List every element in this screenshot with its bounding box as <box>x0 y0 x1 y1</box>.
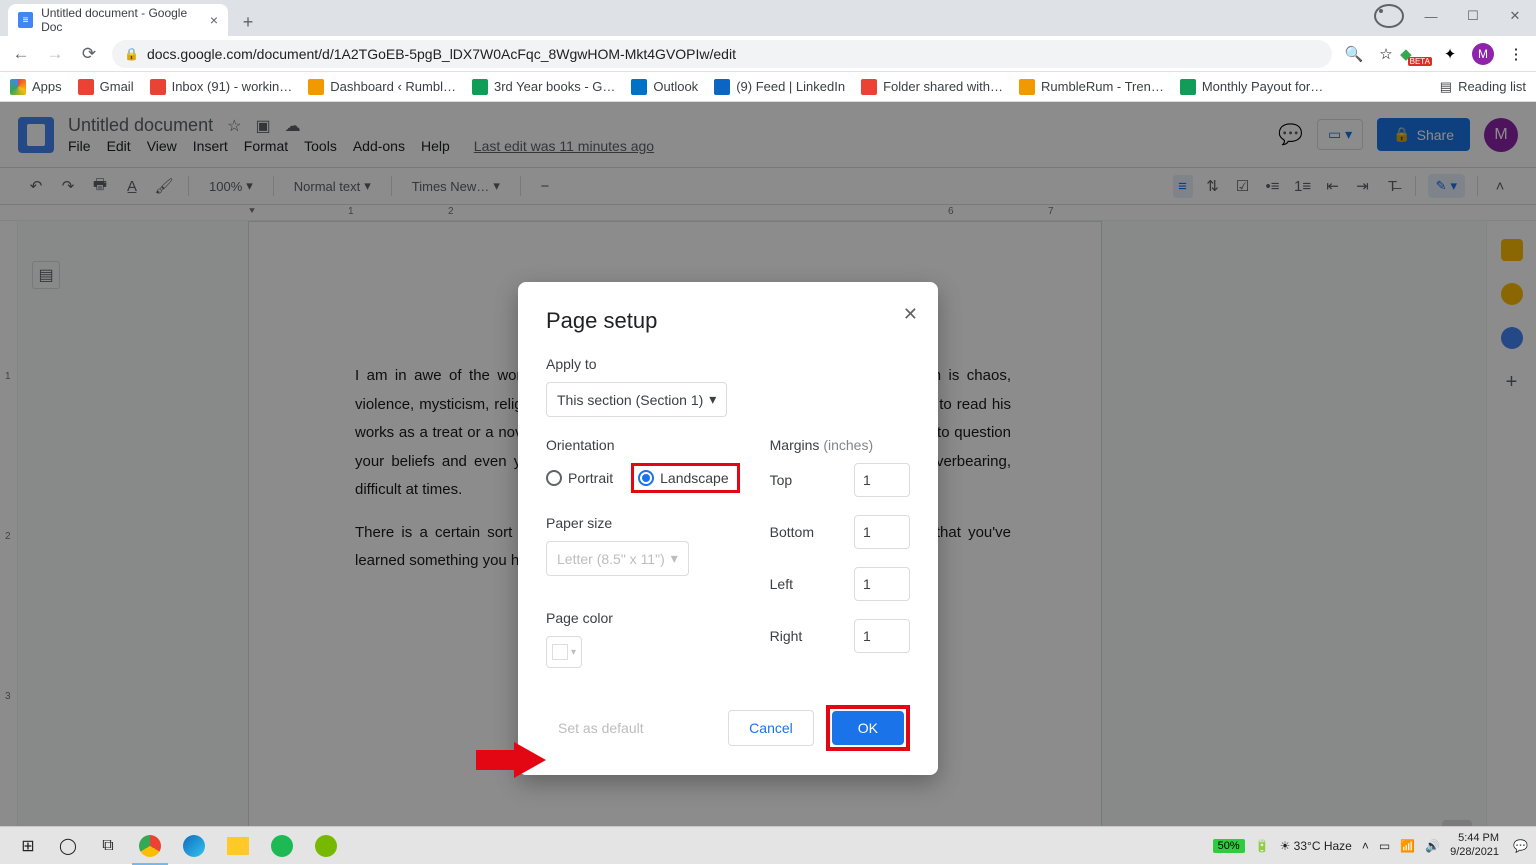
weather-widget[interactable]: ☀ 33°C Haze <box>1280 839 1352 853</box>
explorer-app-icon[interactable] <box>216 827 260 865</box>
margin-top-label: Top <box>770 472 793 488</box>
bookmark-item[interactable]: RumbleRum - Tren… <box>1019 79 1164 95</box>
bookmark-item[interactable]: Inbox (91) - workin… <box>150 79 293 95</box>
back-icon[interactable]: ← <box>10 44 32 64</box>
chevron-down-icon: ▾ <box>709 391 716 408</box>
address-bar: ← → ⟳ 🔒 docs.google.com/document/d/1A2TG… <box>0 36 1536 72</box>
margin-top-input[interactable] <box>854 463 910 497</box>
margin-right-label: Right <box>770 628 803 644</box>
tray-expand-icon[interactable]: ˄ <box>1362 839 1369 853</box>
margin-left-input[interactable] <box>854 567 910 601</box>
url-input[interactable]: 🔒 docs.google.com/document/d/1A2TGoEB-5p… <box>112 40 1332 68</box>
paper-size-select: Letter (8.5" x 11")▾ <box>546 541 689 576</box>
bookmark-item[interactable]: Monthly Payout for… <box>1180 79 1323 95</box>
url-text: docs.google.com/document/d/1A2TGoEB-5pgB… <box>147 46 736 62</box>
ok-highlight: OK <box>826 705 910 751</box>
page-color-select[interactable]: ▾ <box>546 636 582 668</box>
minimize-icon[interactable]: — <box>1416 4 1446 28</box>
chevron-down-icon: ▾ <box>671 550 678 567</box>
search-icon[interactable]: ◯ <box>48 830 88 862</box>
bookmark-item[interactable]: Gmail <box>78 79 134 95</box>
margin-bottom-label: Bottom <box>770 524 814 540</box>
clock[interactable]: 5:44 PM 9/28/2021 <box>1450 832 1499 858</box>
forward-icon: → <box>44 44 66 64</box>
extensions-puzzle-icon[interactable]: ✦ <box>1440 44 1460 64</box>
tab-title: Untitled document - Google Doc <box>41 6 202 34</box>
apply-to-label: Apply to <box>546 356 910 372</box>
apps-shortcut[interactable]: Apps <box>10 79 62 95</box>
browser-tab[interactable]: ≡ Untitled document - Google Doc × <box>8 4 228 36</box>
browser-tab-strip: ≡ Untitled document - Google Doc × + — ☐… <box>0 0 1536 36</box>
volume-icon[interactable]: 🔊 <box>1425 839 1440 853</box>
annotation-arrow-icon <box>476 742 546 778</box>
battery-icon: 🔋 <box>1255 839 1270 853</box>
landscape-highlight: Landscape <box>631 463 740 493</box>
maximize-icon[interactable]: ☐ <box>1458 4 1488 28</box>
network-icon[interactable]: ▭ <box>1379 839 1390 853</box>
reading-list-button[interactable]: ▤Reading list <box>1440 79 1526 95</box>
bookmark-item[interactable]: 3rd Year books - G… <box>472 79 615 95</box>
list-icon: ▤ <box>1440 79 1452 95</box>
portrait-radio[interactable]: Portrait <box>546 470 613 486</box>
close-tab-icon[interactable]: × <box>210 12 218 28</box>
margin-right-input[interactable] <box>854 619 910 653</box>
margin-bottom-input[interactable] <box>854 515 910 549</box>
task-view-icon[interactable]: ⧉ <box>88 830 128 862</box>
chrome-app-icon[interactable] <box>128 827 172 865</box>
extension-icon[interactable]: ◆BETA <box>1408 44 1428 64</box>
ok-button[interactable]: OK <box>832 711 904 745</box>
dialog-title: Page setup <box>546 308 910 334</box>
bookmark-item[interactable]: (9) Feed | LinkedIn <box>714 79 845 95</box>
bookmark-item[interactable]: Dashboard ‹ Rumbl… <box>308 79 456 95</box>
spotify-app-icon[interactable] <box>260 827 304 865</box>
star-icon[interactable]: ☆ <box>1376 44 1396 64</box>
bookmarks-bar: Apps Gmail Inbox (91) - workin… Dashboar… <box>0 72 1536 102</box>
chrome-menu-icon[interactable]: ⋮ <box>1506 44 1526 64</box>
lock-icon: 🔒 <box>124 47 139 61</box>
orientation-label: Orientation <box>546 437 740 453</box>
profile-avatar[interactable]: M <box>1472 43 1494 65</box>
apply-to-select[interactable]: This section (Section 1)▾ <box>546 382 727 417</box>
new-tab-button[interactable]: + <box>234 8 262 36</box>
zoom-icon[interactable]: 🔍 <box>1344 44 1364 64</box>
utorrent-app-icon[interactable] <box>304 827 348 865</box>
page-color-label: Page color <box>546 610 740 626</box>
account-indicator-icon[interactable] <box>1374 4 1404 28</box>
margin-left-label: Left <box>770 576 793 592</box>
battery-indicator[interactable]: 50% <box>1213 839 1245 853</box>
reload-icon[interactable]: ⟳ <box>78 44 100 64</box>
bookmark-item[interactable]: Outlook <box>631 79 698 95</box>
page-setup-dialog: Page setup ✕ Apply to This section (Sect… <box>518 282 938 775</box>
docs-favicon: ≡ <box>18 12 33 28</box>
edge-app-icon[interactable] <box>172 827 216 865</box>
cancel-button[interactable]: Cancel <box>728 710 814 746</box>
bookmark-item[interactable]: Folder shared with… <box>861 79 1003 95</box>
paper-size-label: Paper size <box>546 515 740 531</box>
margins-label: Margins (inches) <box>770 437 910 453</box>
windows-taskbar: ⊞ ◯ ⧉ 50% 🔋 ☀ 33°C Haze ˄ ▭ 📶 🔊 5:44 PM … <box>0 826 1536 864</box>
wifi-icon[interactable]: 📶 <box>1400 839 1415 853</box>
set-default-button[interactable]: Set as default <box>546 712 656 744</box>
landscape-radio[interactable]: Landscape <box>638 470 729 486</box>
notifications-icon[interactable]: 💬 <box>1513 839 1528 853</box>
close-dialog-icon[interactable]: ✕ <box>903 304 918 325</box>
close-window-icon[interactable]: ✕ <box>1500 4 1530 28</box>
start-button[interactable]: ⊞ <box>8 830 48 862</box>
